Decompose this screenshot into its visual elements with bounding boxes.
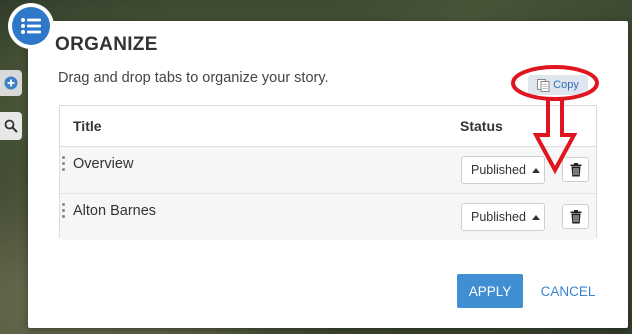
column-header-title: Title	[73, 118, 102, 134]
status-value: Published	[471, 210, 526, 224]
copy-label: Copy	[553, 79, 579, 91]
organize-dialog: ORGANIZE Drag and drop tabs to organize …	[28, 21, 628, 328]
dialog-subtitle: Drag and drop tabs to organize your stor…	[58, 70, 329, 86]
copy-icon	[537, 78, 550, 92]
delete-button[interactable]	[562, 157, 589, 182]
map-add-control[interactable]	[0, 70, 22, 96]
table-row[interactable]: Alton Barnes Published	[60, 194, 596, 240]
table-header: Title Status	[60, 106, 596, 147]
status-value: Published	[471, 163, 526, 177]
trash-icon	[570, 209, 581, 223]
row-title: Alton Barnes	[73, 203, 157, 219]
status-dropdown[interactable]: Published	[461, 156, 545, 184]
caret-up-icon	[531, 214, 540, 220]
copy-button[interactable]: Copy	[528, 75, 588, 95]
search-icon	[4, 119, 18, 133]
column-header-status: Status	[460, 118, 503, 134]
status-dropdown[interactable]: Published	[461, 203, 545, 231]
dialog-title: ORGANIZE	[55, 34, 158, 55]
delete-button[interactable]	[562, 204, 589, 229]
organize-badge	[8, 3, 54, 49]
drag-handle-icon[interactable]	[62, 203, 65, 218]
tabs-table: Title Status Overview Published Alton Ba…	[59, 105, 597, 240]
row-title: Overview	[73, 156, 134, 172]
caret-up-icon	[531, 167, 540, 173]
table-row[interactable]: Overview Published	[60, 147, 596, 194]
apply-button[interactable]: APPLY	[457, 274, 523, 308]
plus-icon	[4, 76, 18, 90]
trash-icon	[570, 162, 581, 176]
drag-handle-icon[interactable]	[62, 156, 65, 171]
cancel-button[interactable]: CANCEL	[538, 274, 598, 308]
list-icon	[21, 18, 41, 34]
map-search-control[interactable]	[0, 112, 22, 140]
